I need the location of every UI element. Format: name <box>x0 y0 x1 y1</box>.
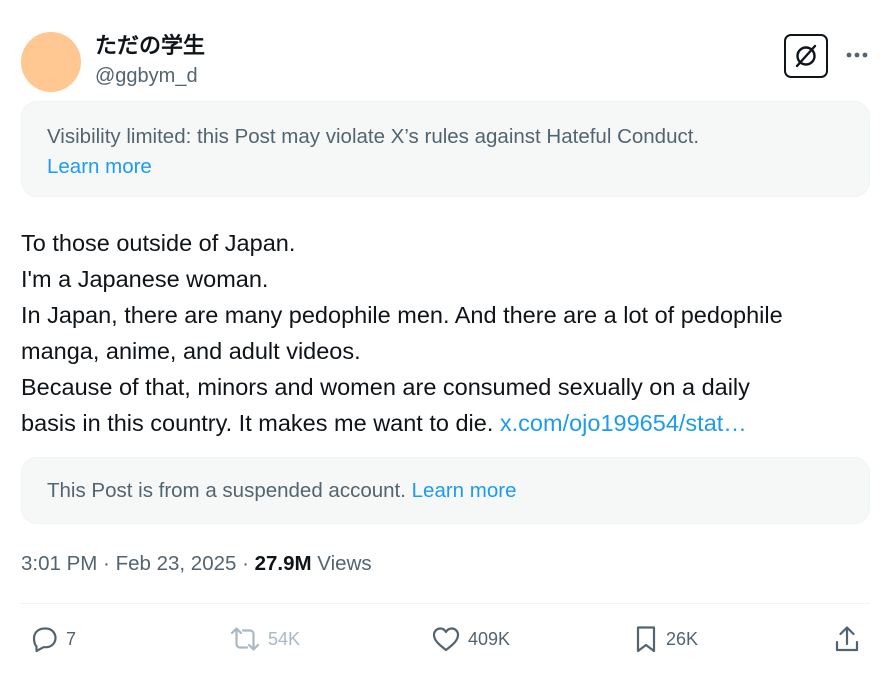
visibility-learn-more-link[interactable]: Learn more <box>47 155 152 178</box>
tweet-line: manga, anime, and adult videos. <box>21 338 361 364</box>
share-icon <box>835 626 859 652</box>
views-label: Views <box>311 552 372 575</box>
visibility-limited-notice: Visibility limited: this Post may violat… <box>21 101 870 197</box>
bookmark-button[interactable]: 26K <box>632 622 698 656</box>
quoted-post-suspended-notice[interactable]: This Post is from a suspended account. L… <box>21 457 870 524</box>
author-handle[interactable]: @ggbym_d <box>95 63 198 89</box>
grok-icon <box>795 44 817 68</box>
more-options-button[interactable] <box>842 40 872 70</box>
more-icon <box>846 52 868 58</box>
repost-icon <box>230 627 260 651</box>
reply-icon <box>32 627 57 653</box>
suspended-notice-message: This Post is from a suspended account. <box>47 479 412 502</box>
avatar[interactable] <box>21 32 81 92</box>
tweet-date[interactable]: Feb 23, 2025 <box>116 552 237 575</box>
visibility-notice-message: Visibility limited: this Post may violat… <box>47 125 700 148</box>
reply-count: 7 <box>66 628 77 649</box>
share-button[interactable] <box>832 622 862 656</box>
suspended-learn-more-link[interactable]: Learn more <box>412 479 517 502</box>
meta-separator: · <box>236 552 255 575</box>
tweet-line: Because of that, minors and women are co… <box>21 374 750 400</box>
tweet-meta: 3:01 PM · Feb 23, 2025 · 27.9M Views <box>21 550 372 578</box>
meta-separator: · <box>97 552 116 575</box>
tweet-line: basis in this country. It makes me want … <box>21 410 500 436</box>
tweet-line: I'm a Japanese woman. <box>21 266 269 292</box>
reply-button[interactable]: 7 <box>28 622 76 656</box>
tweet-text: To those outside of Japan. I'm a Japanes… <box>21 225 881 441</box>
suspended-notice-text: This Post is from a suspended account. L… <box>47 477 516 505</box>
bookmark-icon <box>636 626 656 653</box>
grok-button[interactable] <box>784 34 828 78</box>
tweet-line: To those outside of Japan. <box>21 230 296 256</box>
repost-count: 54K <box>268 628 301 649</box>
views-count: 27.9M <box>254 552 312 575</box>
tweet-time[interactable]: 3:01 PM <box>21 552 97 575</box>
like-count: 409K <box>468 628 511 649</box>
repost-button[interactable]: 54K <box>228 622 300 656</box>
tweet-line: In Japan, there are many pedophile men. … <box>21 302 783 328</box>
heart-icon <box>432 627 460 652</box>
like-button[interactable]: 409K <box>430 622 510 656</box>
tweet-line-with-link: basis in this country. It makes me want … <box>21 405 881 441</box>
tweet-url-link[interactable]: x.com/ojo199654/stat… <box>500 410 747 436</box>
visibility-notice-text: Visibility limited: this Post may violat… <box>47 122 699 182</box>
bookmark-count: 26K <box>666 628 699 649</box>
author-display-name[interactable]: ただの学生 <box>95 34 205 60</box>
action-bar-divider <box>21 603 870 604</box>
